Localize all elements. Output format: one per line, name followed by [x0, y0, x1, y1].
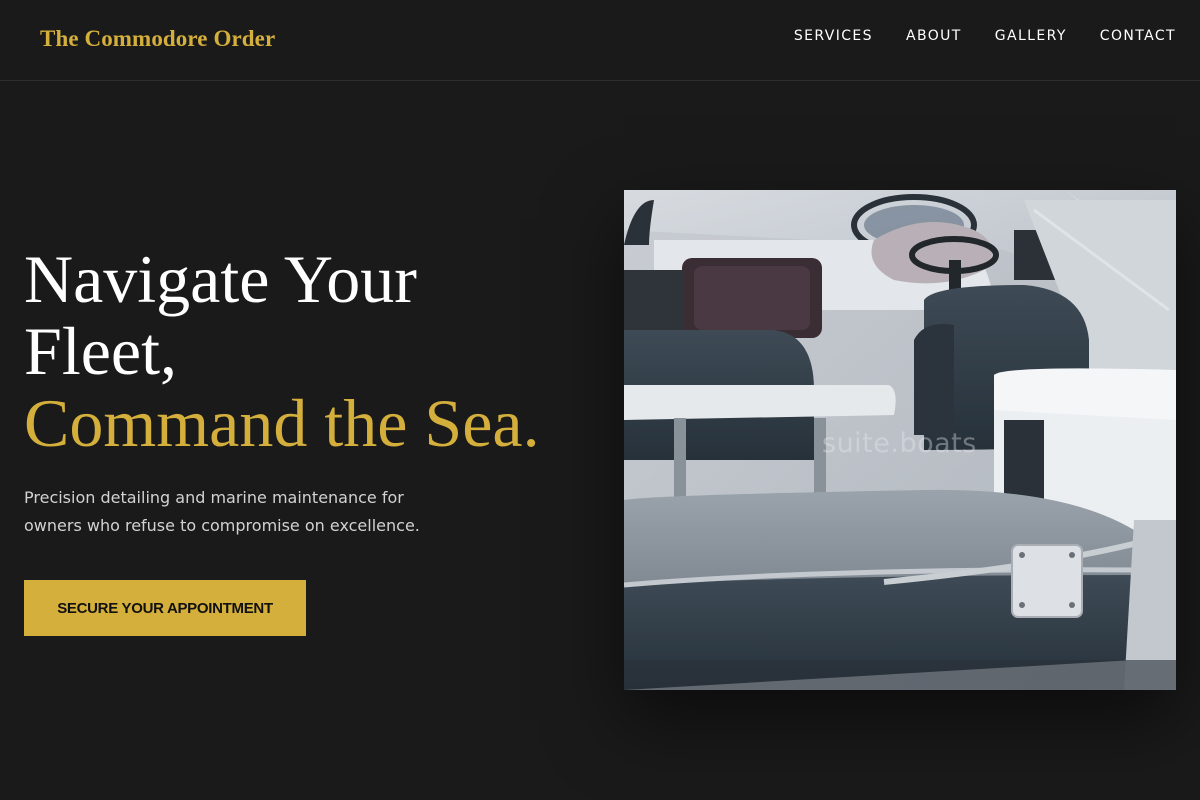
nav-link-gallery[interactable]: GALLERY	[995, 28, 1067, 44]
hero-title-line-2: Fleet,	[24, 313, 177, 389]
secure-appointment-button[interactable]: SECURE YOUR APPOINTMENT	[24, 580, 306, 636]
site-header: The Commodore Order SERVICES ABOUT GALLE…	[0, 0, 1200, 81]
hero-subtitle: Precision detailing and marine maintenan…	[24, 488, 420, 535]
hero-title: Navigate Your Fleet, Command the Sea.	[24, 243, 604, 459]
hero-title-line-1: Navigate Your	[24, 241, 417, 317]
nav-link-contact[interactable]: CONTACT	[1100, 28, 1176, 44]
hero-image: suite.boats	[624, 190, 1176, 690]
main-nav: SERVICES ABOUT GALLERY CONTACT	[794, 28, 1176, 44]
image-watermark: suite.boats	[822, 428, 977, 459]
nav-link-services[interactable]: SERVICES	[794, 28, 873, 44]
brand-logo-link[interactable]: The Commodore Order	[40, 26, 275, 52]
nav-link-about[interactable]: ABOUT	[906, 28, 962, 44]
hero-title-accent: Command the Sea.	[24, 385, 540, 461]
